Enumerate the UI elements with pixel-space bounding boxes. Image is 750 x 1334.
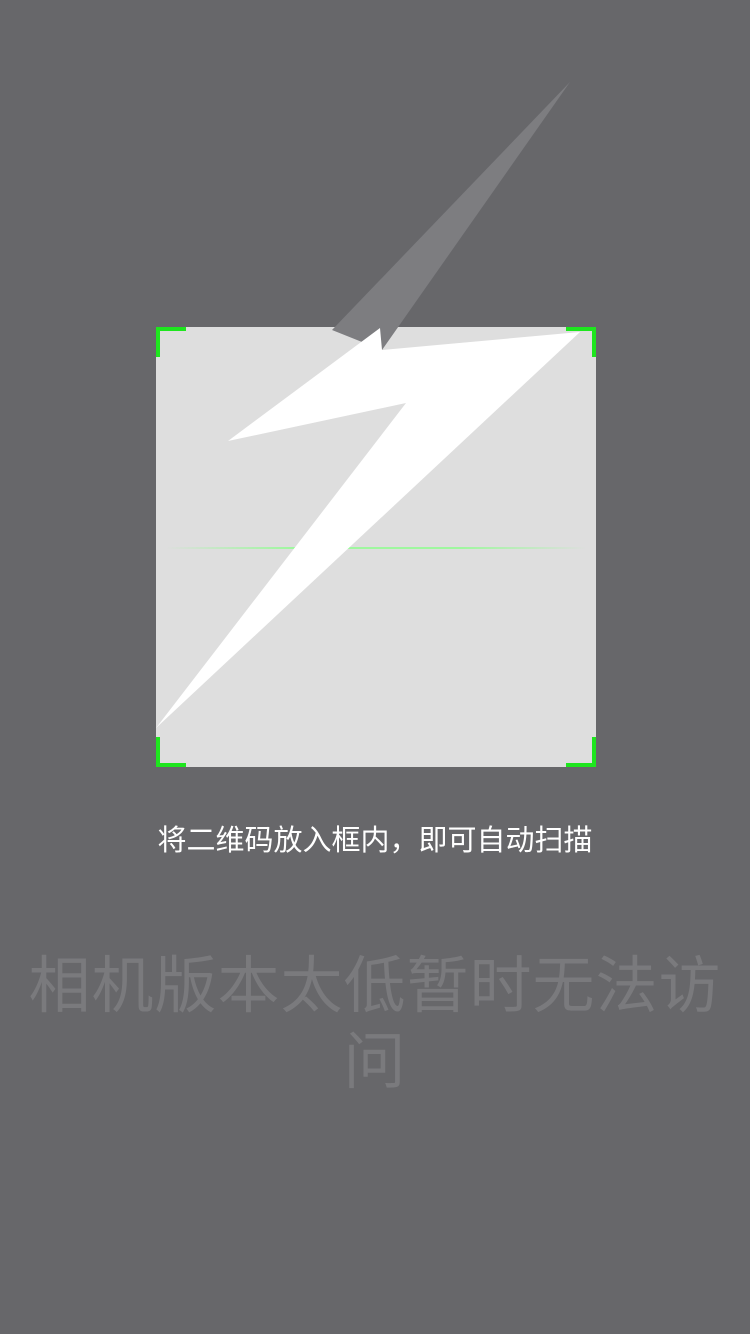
scan-line [166,547,586,549]
scan-frame [156,327,596,767]
scan-frame-corner-top-left [156,327,186,357]
scanner-screen: 将二维码放入框内，即可自动扫描 相机版本太低暂时无法访问 [0,0,750,1334]
scan-frame-corner-bottom-left [156,737,186,767]
scan-hint-text: 将二维码放入框内，即可自动扫描 [157,823,593,857]
lightning-bolt-shadow [332,82,570,350]
scan-frame-corner-bottom-right [566,737,596,767]
camera-error-message: 相机版本太低暂时无法访问 [28,949,722,1098]
scan-frame-corner-top-right [566,327,596,357]
